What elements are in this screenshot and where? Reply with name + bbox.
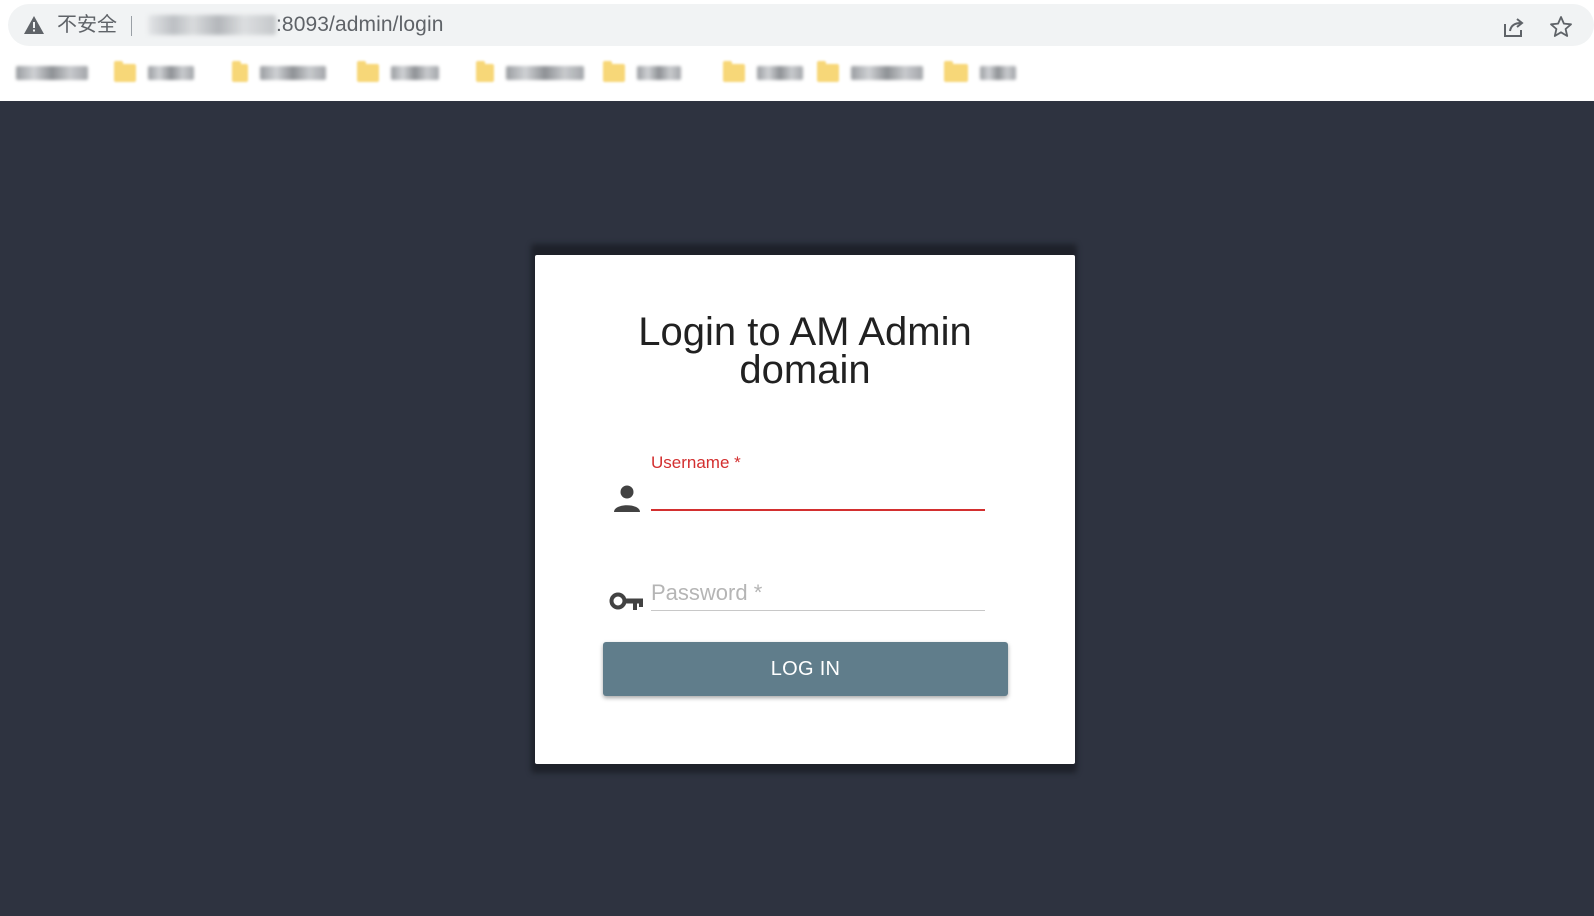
security-status-label[interactable]: 不安全 (57, 14, 117, 36)
bookmark-label-redacted (506, 66, 584, 80)
warning-triangle-icon[interactable] (23, 15, 45, 35)
login-card: Login to AM Admin domain Username * LOG I… (535, 255, 1075, 764)
folder-icon (114, 61, 136, 82)
username-input[interactable] (651, 477, 985, 511)
folder-icon (603, 61, 625, 82)
password-input[interactable] (651, 575, 985, 611)
folder-icon (723, 61, 745, 82)
bookmark-item[interactable] (14, 62, 88, 84)
bookmark-folder[interactable] (723, 61, 803, 84)
url-text[interactable]: :8093/admin/login (276, 14, 444, 36)
bookmark-folder[interactable] (232, 61, 326, 84)
bookmark-folder[interactable] (476, 61, 584, 84)
bookmark-folder[interactable] (944, 61, 1016, 84)
bookmark-label-redacted (851, 66, 923, 80)
login-button[interactable]: LOG IN (603, 642, 1008, 696)
bookmarks-bar (0, 54, 1594, 90)
omnibox-divider (131, 16, 132, 36)
bookmark-label-redacted (260, 66, 326, 80)
bookmark-folder[interactable] (114, 61, 194, 84)
bookmark-label-redacted (391, 66, 439, 80)
bookmark-folder[interactable] (603, 61, 681, 84)
bookmark-label-redacted (16, 66, 88, 80)
share-icon[interactable] (1502, 16, 1526, 38)
folder-icon (357, 61, 379, 82)
person-icon (614, 485, 640, 512)
folder-icon (944, 61, 968, 82)
browser-chrome: 不安全 :8093/admin/login (0, 0, 1594, 101)
bookmark-label-redacted (980, 66, 1016, 80)
key-icon (609, 592, 643, 610)
bookmark-label-redacted (637, 66, 681, 80)
url-host-redacted (148, 15, 276, 35)
folder-icon (232, 61, 248, 82)
bookmark-label-redacted (148, 66, 194, 80)
folder-icon (476, 61, 494, 82)
address-bar[interactable]: 不安全 :8093/admin/login (8, 4, 1594, 46)
bookmark-folder[interactable] (357, 61, 439, 84)
bookmark-folder[interactable] (817, 61, 923, 84)
bookmark-label-redacted (757, 66, 803, 80)
page-title: Login to AM Admin domain (638, 310, 972, 392)
username-label: Username * (651, 453, 741, 472)
folder-icon (817, 61, 839, 82)
star-icon[interactable] (1549, 15, 1573, 39)
